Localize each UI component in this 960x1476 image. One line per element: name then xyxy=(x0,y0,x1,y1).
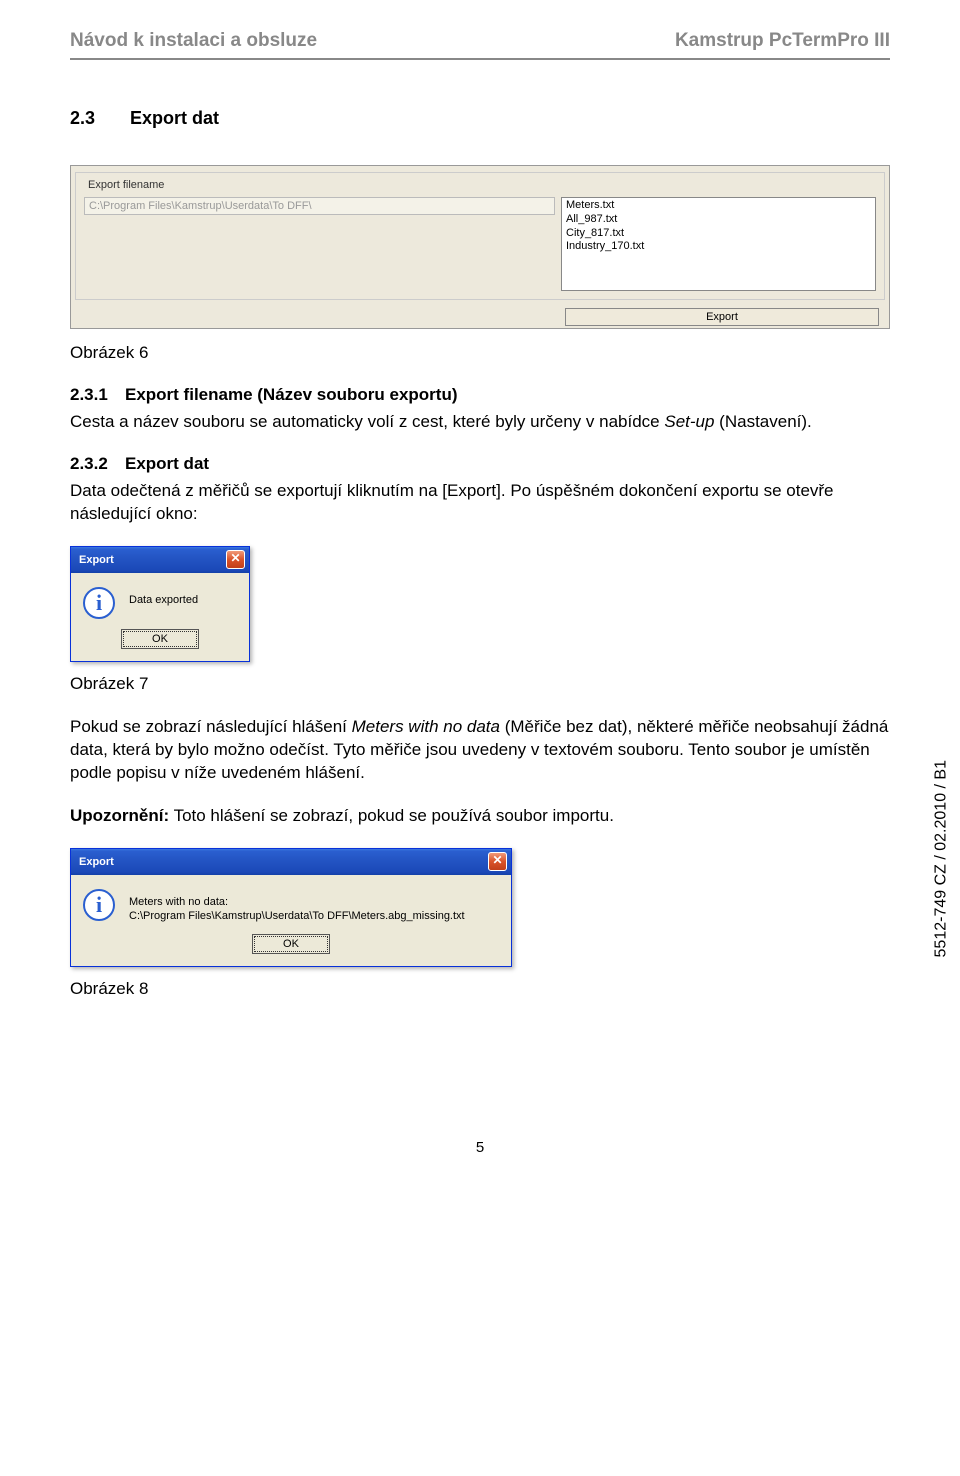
figure-caption-6: Obrázek 6 xyxy=(70,343,890,363)
header-left: Návod k instalaci a obsluze xyxy=(70,30,317,52)
list-item[interactable]: City_817.txt xyxy=(566,227,871,241)
text-italic: Meters with no data xyxy=(352,717,500,736)
export-button[interactable]: Export xyxy=(565,308,879,326)
list-item[interactable]: All_987.txt xyxy=(566,213,871,227)
ok-button[interactable]: OK xyxy=(254,936,328,952)
ok-button[interactable]: OK xyxy=(123,631,197,647)
header-right: Kamstrup PcTermPro III xyxy=(675,30,890,52)
dialog-title: Export xyxy=(79,856,114,868)
subsection-title: Export filename (Název souboru exportu) xyxy=(125,385,458,404)
dialog-titlebar[interactable]: Export ✕ xyxy=(71,547,249,573)
list-item[interactable]: Industry_170.txt xyxy=(566,240,871,254)
text: Meters with no data: xyxy=(129,895,465,910)
section-num: 2.3 xyxy=(70,108,130,129)
export-missing-dialog: Export ✕ i Meters with no data: C:\Progr… xyxy=(70,848,512,968)
subsection-231: 2.3.1Export filename (Název souboru expo… xyxy=(70,385,890,405)
section-title: 2.3Export dat xyxy=(70,108,890,129)
page-number: 5 xyxy=(70,1139,890,1156)
close-icon[interactable]: ✕ xyxy=(488,852,507,871)
text-italic: Set-up xyxy=(664,412,714,431)
para-warning: Upozornění: Toto hlášení se zobrazí, pok… xyxy=(70,805,890,828)
text: (Nastavení). xyxy=(714,412,811,431)
dialog-message: Meters with no data: C:\Program Files\Ka… xyxy=(129,889,465,925)
para-meters: Pokud se zobrazí následující hlášení Met… xyxy=(70,716,890,785)
para-231: Cesta a název souboru se automaticky vol… xyxy=(70,411,890,434)
warning-text: Toto hlášení se zobrazí, pokud se použív… xyxy=(169,806,614,825)
figure-caption-8: Obrázek 8 xyxy=(70,979,890,999)
export-file-list[interactable]: Meters.txt All_987.txt City_817.txt Indu… xyxy=(561,197,876,291)
list-item[interactable]: Meters.txt xyxy=(566,199,871,213)
dialog-title: Export xyxy=(79,554,114,566)
subsection-232: 2.3.2Export dat xyxy=(70,454,890,474)
groupbox-label: Export filename xyxy=(84,179,168,191)
text: Cesta a název souboru se automaticky vol… xyxy=(70,412,664,431)
dialog-titlebar[interactable]: Export ✕ xyxy=(71,849,511,875)
export-path-input[interactable]: C:\Program Files\Kamstrup\Userdata\To DF… xyxy=(84,197,555,215)
page-header: Návod k instalaci a obsluze Kamstrup PcT… xyxy=(70,30,890,60)
info-icon: i xyxy=(83,889,115,921)
subsection-title: Export dat xyxy=(125,454,209,473)
warning-label: Upozornění: xyxy=(70,806,169,825)
text: C:\Program Files\Kamstrup\Userdata\To DF… xyxy=(129,909,465,924)
text: Pokud se zobrazí následující hlášení xyxy=(70,717,352,736)
document-code: 5512-749 CZ / 02.2010 / B1 xyxy=(932,760,950,957)
subsection-num: 2.3.2 xyxy=(70,454,125,474)
para-232: Data odečtená z měřičů se exportují klik… xyxy=(70,480,890,526)
figure-caption-7: Obrázek 7 xyxy=(70,674,890,694)
subsection-num: 2.3.1 xyxy=(70,385,125,405)
section-name: Export dat xyxy=(130,108,219,128)
info-icon: i xyxy=(83,587,115,619)
close-icon[interactable]: ✕ xyxy=(226,550,245,569)
export-success-dialog: Export ✕ i Data exported OK xyxy=(70,546,250,662)
dialog-message: Data exported xyxy=(129,587,198,608)
export-panel-screenshot: Export filename C:\Program Files\Kamstru… xyxy=(70,165,890,329)
